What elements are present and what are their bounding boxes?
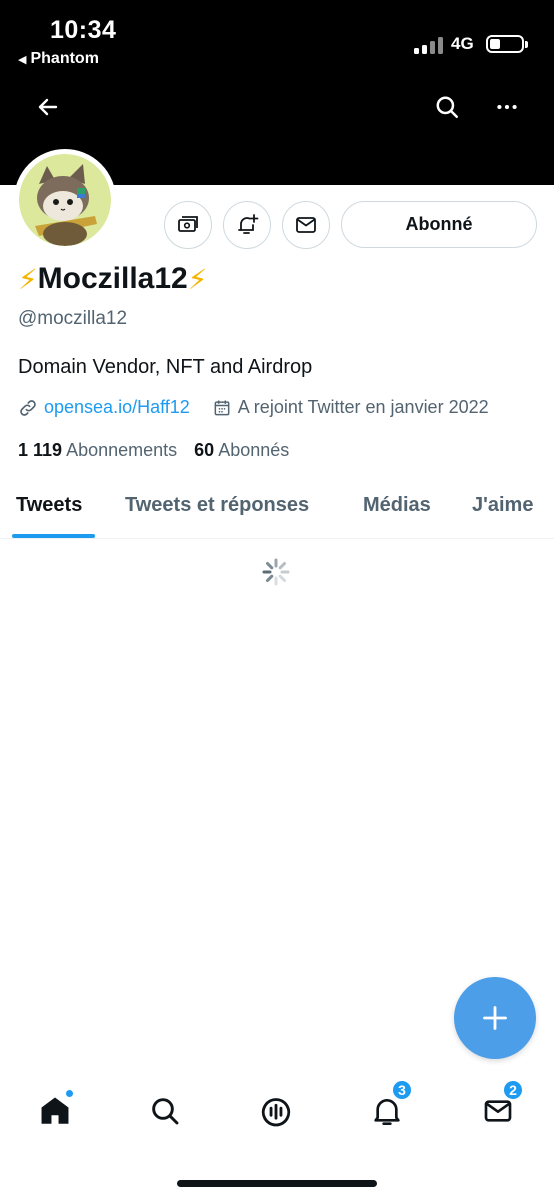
display-name-text: Moczilla12 — [37, 262, 188, 295]
followers-label: Abonnés — [218, 440, 290, 460]
lightning-emoji: ⚡ — [18, 263, 38, 295]
search-icon — [436, 96, 458, 118]
lightning-emoji: ⚡ — [187, 263, 208, 295]
profile-link[interactable]: opensea.io/Haff12 — [44, 397, 190, 418]
bell-plus-icon — [238, 214, 259, 234]
search-icon — [152, 1098, 179, 1125]
following-label: Abonnements — [66, 440, 178, 460]
arrow-left-icon — [38, 98, 58, 116]
tip-button[interactable] — [164, 201, 212, 249]
profile-meta: opensea.io/Haff12 A rejoint Twitter en j… — [18, 397, 489, 418]
tab-likes[interactable]: J'aime — [472, 494, 533, 517]
search-button[interactable] — [430, 90, 464, 124]
message-button[interactable] — [282, 201, 330, 249]
more-button[interactable] — [490, 90, 524, 124]
back-app-label: Phantom — [30, 50, 99, 67]
display-name: ⚡ Moczilla12 ⚡ — [18, 262, 207, 296]
active-tab-indicator — [12, 534, 95, 538]
tab-media[interactable]: Médias — [363, 494, 431, 517]
nav-home[interactable] — [35, 1089, 75, 1131]
tab-tweets-replies[interactable]: Tweets et réponses — [125, 494, 309, 517]
avatar[interactable] — [14, 149, 116, 251]
tip-money-icon — [178, 216, 198, 232]
back-to-app-link[interactable]: ◀ Phantom — [18, 50, 99, 68]
signal-strength-icon — [414, 36, 444, 54]
profile-handle: @moczilla12 — [18, 308, 128, 329]
messages-badge: 2 — [502, 1079, 524, 1101]
network-type: 4G — [451, 34, 474, 53]
status-time: 10:34 — [50, 16, 117, 44]
follow-counts: 1 119 Abonnements 60 Abonnés — [18, 440, 289, 461]
more-horizontal-icon — [497, 104, 517, 110]
nav-notifications[interactable]: 3 — [367, 1079, 413, 1131]
cat-avatar-image — [19, 154, 111, 246]
nav-messages[interactable]: 2 — [478, 1079, 524, 1131]
envelope-icon — [296, 217, 316, 233]
calendar-icon — [214, 400, 230, 415]
back-triangle-icon: ◀ — [18, 54, 27, 66]
home-new-dot — [65, 1089, 74, 1098]
spaces-microphone-icon — [261, 1098, 291, 1127]
profile-bio: Domain Vendor, NFT and Airdrop — [18, 356, 313, 378]
home-icon — [41, 1097, 69, 1124]
following-link[interactable]: 1 119 Abonnements — [18, 440, 177, 460]
join-date: A rejoint Twitter en janvier 2022 — [237, 397, 489, 417]
tab-tweets[interactable]: Tweets — [16, 494, 82, 517]
nav-search[interactable] — [145, 1091, 185, 1131]
link-icon — [20, 399, 36, 416]
notify-button[interactable] — [223, 201, 271, 249]
compose-tweet-button[interactable] — [454, 977, 536, 1059]
following-button[interactable]: Abonné — [341, 201, 537, 248]
following-count: 1 119 — [18, 440, 63, 460]
followers-link[interactable]: 60 Abonnés — [194, 440, 289, 460]
battery-icon — [486, 35, 528, 53]
nav-spaces[interactable] — [256, 1091, 296, 1131]
bottom-navigation: 3 2 — [0, 1079, 554, 1145]
profile-tabs: Tweets Tweets et réponses Médias J'aime — [0, 478, 554, 539]
home-indicator — [177, 1180, 377, 1187]
loading-spinner-icon — [262, 558, 290, 586]
back-button[interactable] — [31, 90, 65, 124]
followers-count: 60 — [194, 440, 215, 460]
plus-icon — [483, 1006, 507, 1030]
notifications-badge: 3 — [391, 1079, 413, 1101]
